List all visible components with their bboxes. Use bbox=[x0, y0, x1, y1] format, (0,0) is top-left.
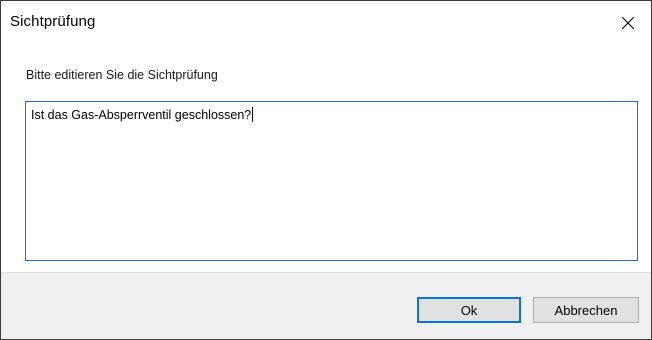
inspection-text-value: Ist das Gas-Absperrventil geschlossen? bbox=[31, 108, 252, 122]
cancel-button[interactable]: Abbrechen bbox=[533, 297, 639, 323]
close-button[interactable] bbox=[605, 1, 651, 45]
button-bar: Ok Abbrechen bbox=[1, 272, 651, 339]
dialog-window: Sichtprüfung Bitte editieren Sie die Sic… bbox=[0, 0, 652, 340]
text-caret bbox=[252, 107, 254, 122]
inspection-text-field[interactable]: Ist das Gas-Absperrventil geschlossen? bbox=[25, 101, 638, 261]
close-icon bbox=[621, 16, 635, 30]
dialog-content: Bitte editieren Sie die Sichtprüfung Ist… bbox=[1, 45, 651, 272]
prompt-label: Bitte editieren Sie die Sichtprüfung bbox=[26, 68, 218, 82]
title-bar: Sichtprüfung bbox=[1, 1, 651, 45]
window-title: Sichtprüfung bbox=[10, 13, 96, 30]
ok-button[interactable]: Ok bbox=[417, 297, 521, 323]
